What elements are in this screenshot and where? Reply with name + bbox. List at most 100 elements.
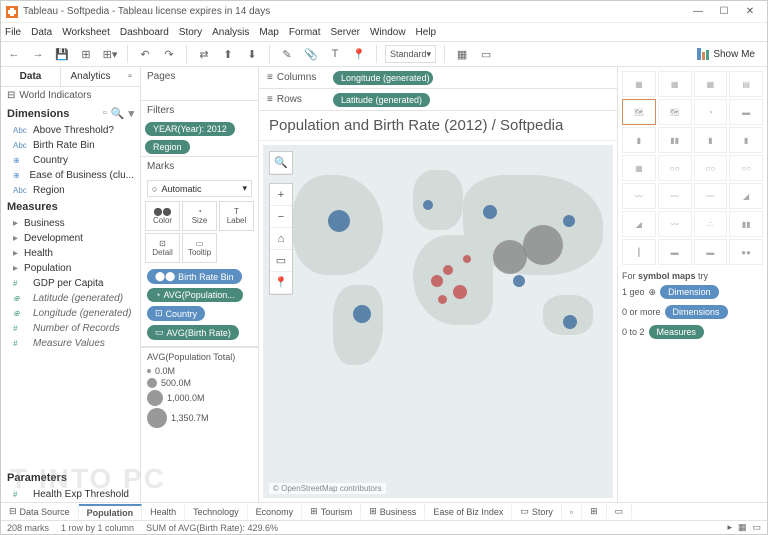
pages-card[interactable]: Pages bbox=[141, 67, 258, 101]
sm-bar2[interactable]: ▮ bbox=[694, 127, 728, 153]
field-latitude[interactable]: ⊕Latitude (generated) bbox=[1, 291, 140, 306]
status-icon-3[interactable]: ▭ bbox=[752, 522, 761, 533]
mark-pill-avgpop[interactable]: ◔AVG(Population... bbox=[147, 288, 243, 302]
mark-pill-birthrate[interactable]: ⬤⬤Birth Rate Bin bbox=[147, 269, 242, 284]
field-health[interactable]: ▸Health bbox=[1, 246, 140, 261]
rows-pill[interactable]: Latitude (generated) bbox=[333, 93, 430, 107]
status-icon-2[interactable]: ▦ bbox=[738, 522, 747, 533]
sm-circle3[interactable]: ○○ bbox=[729, 155, 763, 181]
field-region[interactable]: AbcRegion bbox=[1, 183, 140, 198]
tab-health[interactable]: Health bbox=[142, 505, 185, 519]
pin-button[interactable]: 📍 bbox=[350, 45, 368, 63]
mark-pill-avgbirth[interactable]: ▭AVG(Birth Rate) bbox=[147, 325, 239, 340]
new-datasource-button[interactable]: ⊞ bbox=[77, 45, 95, 63]
mark-detail[interactable]: ⊡Detail bbox=[145, 233, 180, 263]
view-cards-button[interactable]: ▦ bbox=[453, 45, 471, 63]
sm-bar3[interactable]: ▮ bbox=[729, 127, 763, 153]
sm-pie[interactable]: ◔ bbox=[694, 99, 728, 125]
sm-text-table[interactable]: ▦ bbox=[622, 71, 656, 97]
sm-symbol-map[interactable]: 🗺 bbox=[622, 99, 656, 125]
menu-dashboard[interactable]: Dashboard bbox=[120, 27, 169, 38]
menu-data[interactable]: Data bbox=[31, 27, 52, 38]
forward-button[interactable]: → bbox=[29, 45, 47, 63]
sm-highlight[interactable]: ▦ bbox=[694, 71, 728, 97]
group-button[interactable]: 📎 bbox=[302, 45, 320, 63]
new-sheet-button[interactable]: ▫ bbox=[562, 505, 582, 519]
tab-tourism[interactable]: ⊞ Tourism bbox=[302, 504, 361, 519]
mark-tooltip[interactable]: ▭Tooltip bbox=[182, 233, 217, 263]
tab-business[interactable]: ⊞ Business bbox=[361, 504, 425, 519]
field-ease-of-business[interactable]: ⊕Ease of Business (clu... bbox=[1, 168, 140, 183]
sm-treemap[interactable]: ▦ bbox=[622, 155, 656, 181]
data-source-row[interactable]: ⊟ World Indicators bbox=[1, 87, 140, 104]
showme-toggle[interactable]: Show Me bbox=[689, 48, 763, 60]
menu-worksheet[interactable]: Worksheet bbox=[62, 27, 110, 38]
field-measurevalues[interactable]: #Measure Values bbox=[1, 336, 140, 351]
mark-label[interactable]: TLabel bbox=[219, 201, 254, 231]
sort-asc-button[interactable]: ⬆ bbox=[219, 45, 237, 63]
tab-population[interactable]: Population bbox=[79, 504, 143, 520]
redo-button[interactable]: ↷ bbox=[160, 45, 178, 63]
new-dashboard-button[interactable]: ⊞ bbox=[582, 504, 607, 519]
highlight-button[interactable]: ✎ bbox=[278, 45, 296, 63]
mark-color[interactable]: ⬤⬤Color bbox=[145, 201, 180, 231]
field-business[interactable]: ▸Business bbox=[1, 216, 140, 231]
zoom-in-button[interactable]: + bbox=[270, 184, 292, 206]
dim-menu-icon[interactable]: ▾ bbox=[128, 107, 134, 120]
mark-size[interactable]: ◔Size bbox=[182, 201, 217, 231]
sm-area[interactable]: ◢ bbox=[729, 183, 763, 209]
save-button[interactable]: 💾 bbox=[53, 45, 71, 63]
tab-story[interactable]: ▭ Story bbox=[512, 504, 562, 519]
status-icon-1[interactable]: ▸ bbox=[727, 522, 732, 533]
sm-filled-map[interactable]: 🗺 bbox=[658, 99, 692, 125]
map-search-control[interactable]: 🔍 bbox=[269, 151, 293, 175]
maximize-button[interactable]: ☐ bbox=[711, 2, 737, 22]
dim-search-icon[interactable]: 🔍 bbox=[111, 107, 125, 120]
sm-bullet[interactable]: ▬ bbox=[694, 239, 728, 265]
field-health-exp-threshold[interactable]: #Health Exp Threshold bbox=[1, 487, 140, 502]
field-birth-rate-bin[interactable]: AbcBirth Rate Bin bbox=[1, 138, 140, 153]
zoom-pin-button[interactable]: 📍 bbox=[270, 272, 292, 294]
rows-shelf[interactable]: ≡Rows Latitude (generated) bbox=[259, 89, 617, 111]
field-above-threshold[interactable]: AbcAbove Threshold? bbox=[1, 123, 140, 138]
menu-analysis[interactable]: Analysis bbox=[212, 27, 249, 38]
map-view[interactable]: 🔍 + − ⌂ ▭ 📍 bbox=[263, 145, 613, 498]
tab-technology[interactable]: Technology bbox=[185, 505, 248, 519]
tab-economy[interactable]: Economy bbox=[248, 505, 303, 519]
sm-histogram[interactable]: ▮▮ bbox=[729, 211, 763, 237]
back-button[interactable]: ← bbox=[5, 45, 23, 63]
field-country[interactable]: ⊕Country bbox=[1, 153, 140, 168]
sm-stacked-bar[interactable]: ▮ bbox=[622, 127, 656, 153]
sm-line[interactable]: 〰 bbox=[622, 183, 656, 209]
menu-server[interactable]: Server bbox=[331, 27, 360, 38]
sm-area2[interactable]: ◢ bbox=[622, 211, 656, 237]
field-population[interactable]: ▸Population bbox=[1, 261, 140, 276]
menu-story[interactable]: Story bbox=[179, 27, 202, 38]
analytics-tab[interactable]: Analytics bbox=[61, 67, 120, 87]
sm-line2[interactable]: 〰 bbox=[658, 183, 692, 209]
sm-gantt[interactable]: ▬ bbox=[658, 239, 692, 265]
sm-crosstab[interactable]: ▤ bbox=[729, 71, 763, 97]
sm-circle[interactable]: ○○ bbox=[658, 155, 692, 181]
minimize-button[interactable]: — bbox=[685, 2, 711, 22]
columns-pill[interactable]: Longitude (generated) bbox=[333, 71, 433, 85]
mark-pill-country[interactable]: ⊡Country bbox=[147, 306, 205, 321]
sm-hbar[interactable]: ▬ bbox=[729, 99, 763, 125]
sm-circle2[interactable]: ○○ bbox=[694, 155, 728, 181]
zoom-home-button[interactable]: ⌂ bbox=[270, 228, 292, 250]
data-tab[interactable]: Data bbox=[1, 67, 61, 87]
label-button[interactable]: T bbox=[326, 45, 344, 63]
add-worksheet-button[interactable]: ⊞▾ bbox=[101, 45, 119, 63]
map-zoom-controls[interactable]: + − ⌂ ▭ 📍 bbox=[269, 183, 293, 295]
filters-card[interactable]: Filters YEAR(Year): 2012 Region bbox=[141, 101, 258, 157]
field-numrecords[interactable]: #Number of Records bbox=[1, 321, 140, 336]
menu-window[interactable]: Window bbox=[370, 27, 406, 38]
close-button[interactable]: ✕ bbox=[737, 2, 763, 22]
field-longitude[interactable]: ⊕Longitude (generated) bbox=[1, 306, 140, 321]
new-story-button[interactable]: ▭ bbox=[607, 504, 633, 519]
sm-dual[interactable]: 〰 bbox=[694, 183, 728, 209]
tab-datasource[interactable]: ⊟ Data Source bbox=[1, 504, 79, 519]
menu-format[interactable]: Format bbox=[289, 27, 321, 38]
tab-easeofbiz[interactable]: Ease of Biz Index bbox=[425, 505, 512, 519]
field-development[interactable]: ▸Development bbox=[1, 231, 140, 246]
